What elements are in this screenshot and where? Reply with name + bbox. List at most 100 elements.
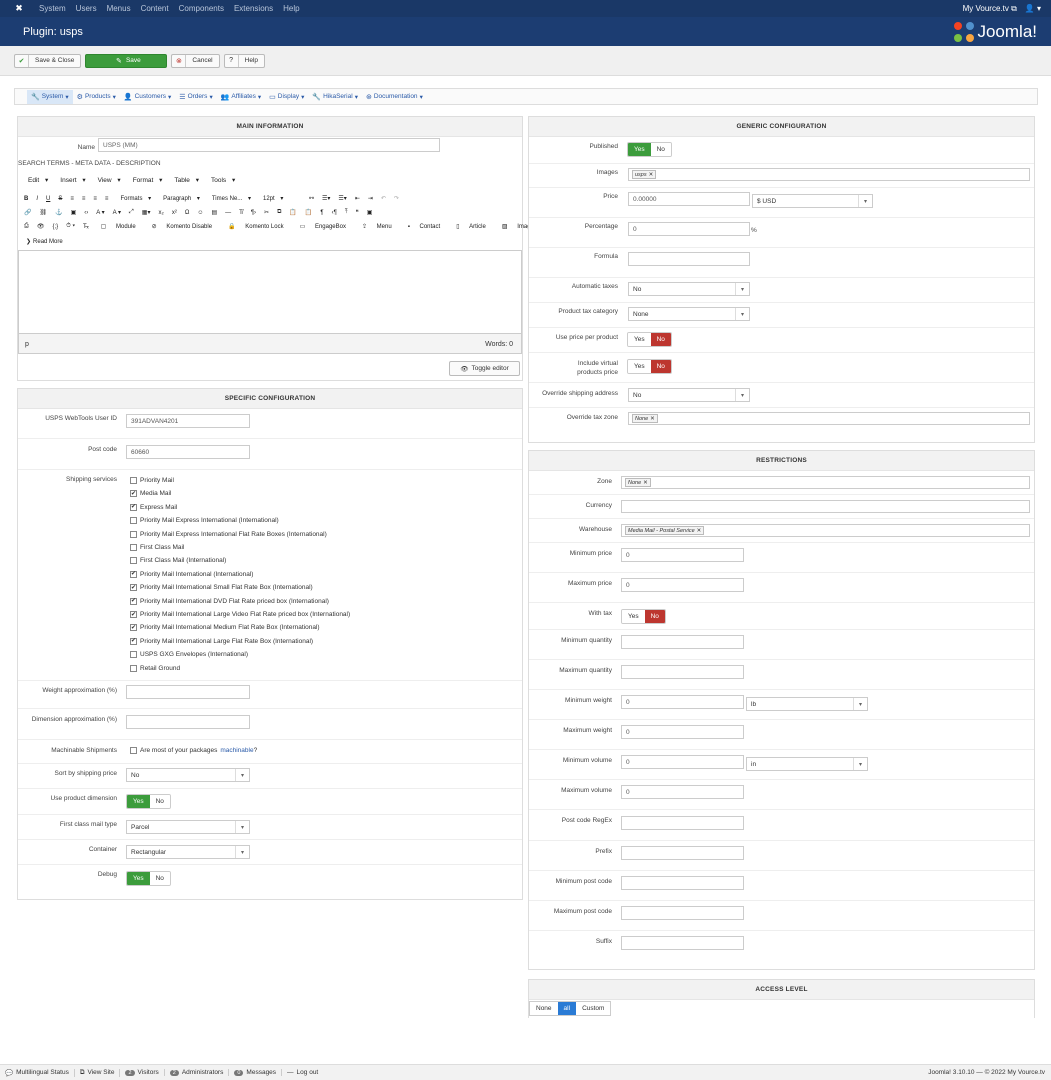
min-postcode-input[interactable]: [621, 876, 744, 890]
size-dropdown[interactable]: 12pt ▾: [255, 195, 305, 202]
joomla-icon[interactable]: ✖: [10, 0, 28, 17]
read-more-button[interactable]: ❯ Read More: [24, 238, 63, 246]
print-icon[interactable]: ⎙: [20, 223, 33, 230]
font-dropdown[interactable]: Times Ne... ▾: [204, 195, 255, 202]
toggle-editor-button[interactable]: 👁 Toggle editor: [449, 361, 520, 376]
braces-icon[interactable]: {;}: [48, 224, 62, 230]
text-color-icon[interactable]: A ▾: [92, 209, 108, 216]
seo-tabs-link[interactable]: SEARCH TERMS - META DATA - DESCRIPTION: [18, 160, 318, 167]
administrators-link[interactable]: 2 Administrators: [165, 1069, 230, 1076]
module-button[interactable]: ▢ Module: [93, 223, 144, 230]
shipping-service-checkbox[interactable]: ✔ Priority Mail International Large Flat …: [130, 637, 313, 645]
weight-approx-input[interactable]: [126, 685, 250, 699]
access-custom-option[interactable]: Custom: [576, 1002, 611, 1015]
copy-icon[interactable]: ⧉: [273, 209, 285, 216]
editor-menu-table[interactable]: Table ▾: [166, 176, 203, 184]
menu-components[interactable]: Components: [174, 4, 229, 13]
editor-menu-edit[interactable]: Edit ▾: [20, 176, 52, 184]
engagebox-button[interactable]: ▭ EngageBox: [292, 223, 354, 230]
clock-icon[interactable]: ⏱ ▾: [62, 223, 79, 230]
volume-unit-select[interactable]: in ▾: [746, 757, 868, 771]
debug-toggle[interactable]: Yes No: [126, 871, 171, 886]
machinable-link[interactable]: machinable: [220, 747, 253, 754]
virtual-toggle[interactable]: Yes No: [627, 359, 672, 374]
remove-icon[interactable]: ✕: [649, 172, 654, 178]
max-price-input[interactable]: 0: [621, 578, 744, 592]
shipping-service-checkbox[interactable]: ✔ Media Mail: [130, 490, 171, 498]
editor-menu-insert[interactable]: Insert ▾: [52, 176, 89, 184]
shipping-service-checkbox[interactable]: Retail Ground: [130, 664, 180, 672]
name-input[interactable]: USPS (MM): [98, 138, 440, 152]
max-weight-input[interactable]: 0: [621, 725, 744, 739]
remove-format-icon[interactable]: T̶ₓ: [79, 224, 93, 230]
formats-dropdown[interactable]: Formats ▾: [112, 195, 155, 202]
no-option[interactable]: No: [650, 360, 671, 373]
yes-option[interactable]: Yes: [628, 333, 651, 346]
useprice-toggle[interactable]: Yes No: [627, 332, 672, 347]
min-qty-input[interactable]: [621, 635, 744, 649]
nav-orders[interactable]: ☰ Orders ▾: [175, 90, 216, 104]
italic-icon[interactable]: I: [32, 196, 42, 202]
align-right-icon[interactable]: ≡: [89, 196, 101, 202]
article-button[interactable]: ▯ Article: [448, 223, 494, 230]
shipping-service-checkbox[interactable]: ✔ Priority Mail International (Internatio…: [130, 570, 253, 578]
override-ship-select[interactable]: No ▾: [628, 388, 750, 402]
multilingual-status-link[interactable]: 💬 Multilingual Status: [0, 1068, 75, 1077]
user-icon[interactable]: 👤 ▾: [1025, 4, 1041, 13]
nav-hikaserial[interactable]: 🔧 HikaSerial ▾: [308, 90, 362, 104]
bg-color-icon[interactable]: A ▾: [109, 209, 125, 216]
justify-icon[interactable]: ≡: [101, 196, 113, 202]
menu-users[interactable]: Users: [71, 4, 102, 13]
code-icon[interactable]: ‹›: [80, 210, 92, 216]
warehouse-input[interactable]: Media Mail - Postal Service ✕: [621, 524, 1030, 537]
superscript-icon[interactable]: x²: [168, 210, 181, 216]
postcode-input[interactable]: 60660: [126, 445, 250, 459]
view-site-link[interactable]: ⧉ View Site: [75, 1068, 121, 1077]
logout-link[interactable]: — Log out: [282, 1069, 323, 1076]
no-option[interactable]: No: [650, 143, 671, 156]
template-icon[interactable]: ▣: [363, 209, 377, 216]
zone-input[interactable]: None ✕: [621, 476, 1030, 489]
editor-menu-tools[interactable]: Tools ▾: [203, 176, 239, 184]
prefix-input[interactable]: [621, 846, 744, 860]
bullet-list-icon[interactable]: ☰▾: [318, 195, 334, 202]
align-center-icon[interactable]: ≡: [78, 196, 90, 202]
outdent-icon[interactable]: ⇤: [351, 195, 364, 202]
strikethrough-icon[interactable]: S: [54, 196, 66, 202]
with-tax-toggle[interactable]: Yes No: [621, 609, 666, 624]
menu-help[interactable]: Help: [278, 4, 304, 13]
min-weight-input[interactable]: 0: [621, 695, 744, 709]
editor-menu-format[interactable]: Format ▾: [125, 176, 167, 184]
menu-system[interactable]: System: [34, 4, 71, 13]
quote-icon[interactable]: ❝: [351, 209, 362, 216]
nav-documentation[interactable]: ⊛ Documentation ▾: [362, 90, 427, 104]
sort-select[interactable]: No ▾: [126, 768, 250, 782]
image-icon[interactable]: ▣: [67, 209, 81, 216]
site-link[interactable]: My Vource.tv ⧉: [963, 4, 1017, 14]
editor-menu-view[interactable]: View ▾: [90, 176, 125, 184]
shipping-service-checkbox[interactable]: ✔ Priority Mail International Medium Flat…: [130, 624, 320, 632]
remove-icon[interactable]: ✕: [643, 480, 648, 486]
omega-icon[interactable]: Ω: [181, 210, 194, 216]
rtl-icon[interactable]: ‹¶: [328, 210, 341, 216]
paste-text-icon[interactable]: 📋: [301, 209, 316, 216]
shipping-service-checkbox[interactable]: Priority Mail: [130, 477, 174, 484]
hr-icon[interactable]: —: [221, 210, 235, 216]
yes-option[interactable]: Yes: [628, 360, 651, 373]
shipping-service-checkbox[interactable]: First Class Mail: [130, 544, 184, 551]
access-all-option[interactable]: all: [557, 1002, 577, 1015]
autotax-select[interactable]: No ▾: [628, 282, 750, 296]
currency-select[interactable]: $ USD ▾: [752, 194, 873, 208]
clear-format-icon[interactable]: T̸: [235, 210, 247, 216]
weight-unit-select[interactable]: lb ▾: [746, 697, 868, 711]
shipping-service-checkbox[interactable]: ✔ Priority Mail International Small Flat …: [130, 584, 313, 592]
no-option[interactable]: No: [149, 795, 170, 808]
shipping-service-checkbox[interactable]: First Class Mail (International): [130, 557, 226, 565]
subscript-icon[interactable]: x₂: [154, 210, 167, 216]
media-icon[interactable]: ▤: [207, 209, 221, 216]
shipping-service-checkbox[interactable]: Priority Mail Express International Flat…: [130, 530, 327, 538]
save-close-button[interactable]: ✔ Save & Close: [14, 53, 82, 68]
komento-disable-button[interactable]: ⊘ Komento Disable: [144, 223, 220, 230]
firstclass-select[interactable]: Parcel ▾: [126, 820, 250, 834]
nav-display[interactable]: ▭ Display ▾: [265, 90, 308, 104]
